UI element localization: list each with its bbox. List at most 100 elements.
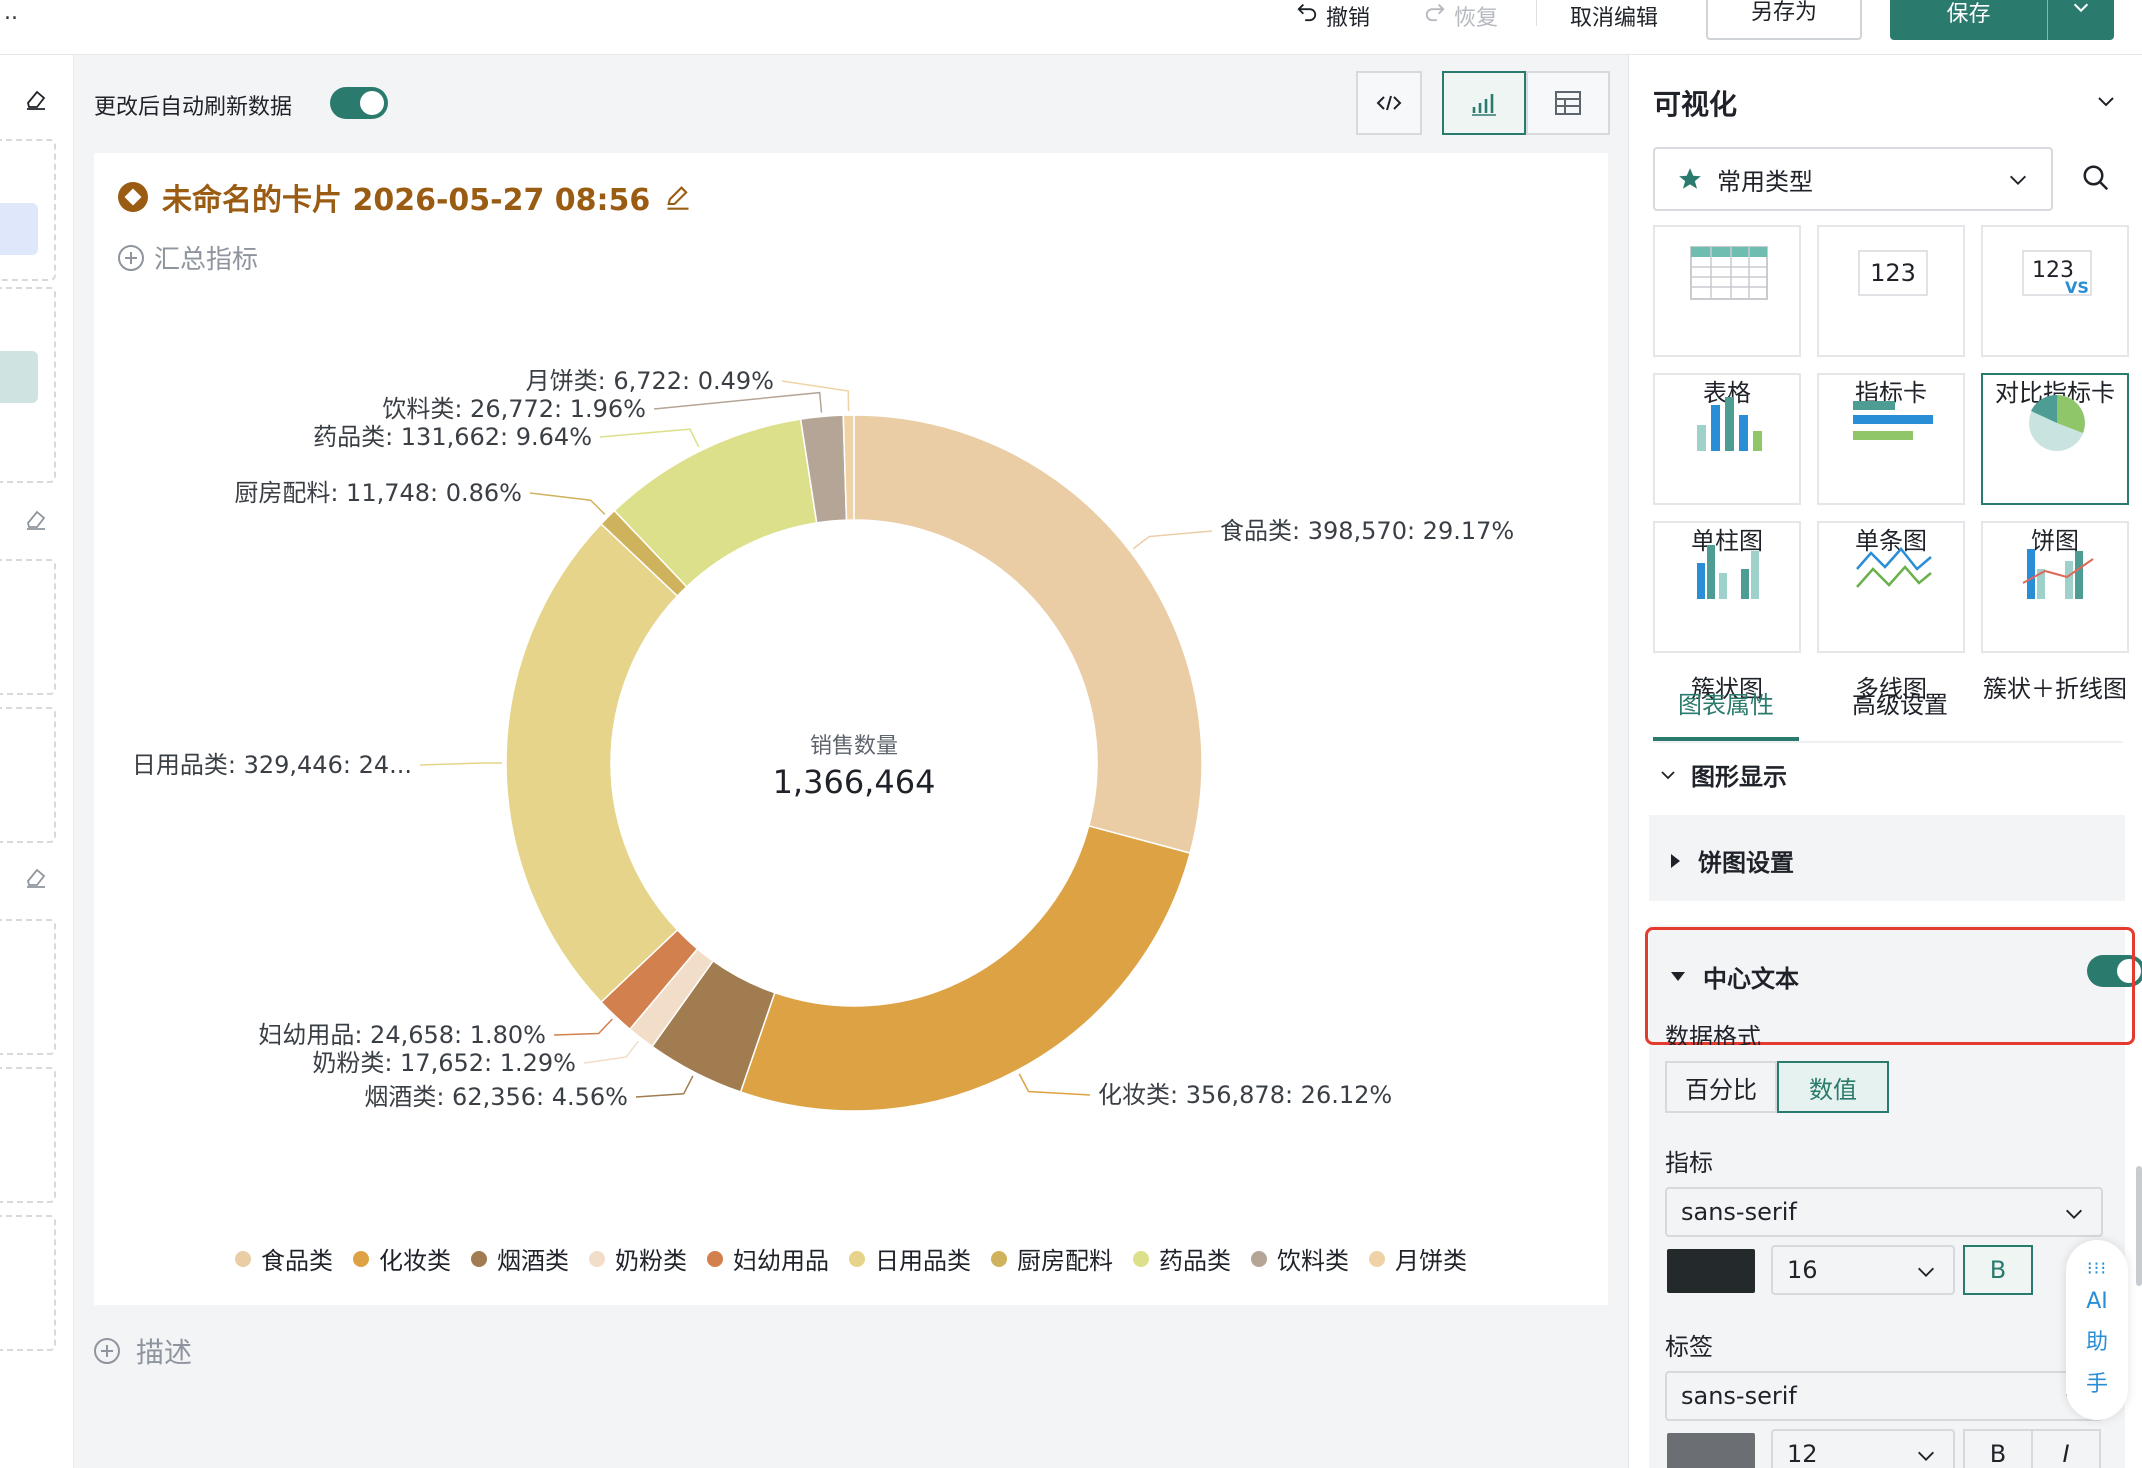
save-dropdown-button[interactable]: [2047, 0, 2113, 40]
chart-card: 未命名的卡片 2026-05-27 08:56 汇总指标 食品类: 398,57…: [94, 153, 1608, 1305]
eraser-icon[interactable]: [24, 87, 48, 111]
label-bold-button[interactable]: B: [1963, 1429, 2033, 1468]
code-view-button[interactable]: [1356, 71, 1422, 135]
undo-label: 撤销: [1326, 6, 1371, 31]
legend-item-2[interactable]: 烟酒类: [471, 1241, 569, 1276]
toolbar-divider: [1536, 0, 1537, 26]
save-as-label: 另存为: [1750, 0, 1817, 25]
legend-item-9[interactable]: 月饼类: [1369, 1241, 1467, 1276]
section-display-header[interactable]: 图形显示: [1659, 757, 1787, 792]
drop-zone[interactable]: [0, 1215, 56, 1351]
chart-type-compare-metric[interactable]: 123 VS: [1981, 225, 2129, 357]
tab-advanced-settings[interactable]: 高级设置: [1835, 685, 1965, 741]
label-font-value: sans-serif: [1681, 1382, 1797, 1410]
add-description-button[interactable]: 描述: [94, 1331, 192, 1371]
legend-label: 妇幼用品: [733, 1247, 829, 1275]
slice-label-9: 月饼类: 6,722: 0.49%: [526, 367, 774, 395]
legend-item-0[interactable]: 食品类: [235, 1241, 333, 1276]
legend-item-6[interactable]: 厨房配料: [991, 1241, 1113, 1276]
field-chip[interactable]: [0, 203, 38, 255]
legend-item-4[interactable]: 妇幼用品: [707, 1241, 829, 1276]
chevron-down-icon[interactable]: [2094, 89, 2118, 113]
metric-bold-button[interactable]: B: [1963, 1245, 2033, 1295]
drop-zone[interactable]: [0, 707, 56, 843]
metric-color-swatch[interactable]: [1667, 1249, 1755, 1293]
legend-swatch: [707, 1250, 723, 1267]
save-button[interactable]: 保存: [1890, 0, 2047, 40]
tab-chart-properties[interactable]: 图表属性: [1653, 685, 1799, 741]
legend-label: 厨房配料: [1017, 1247, 1113, 1275]
ai-assistant-button[interactable]: ⁝⁝⁝ AI 助 手: [2066, 1240, 2128, 1420]
save-button-group: 保存: [1890, 0, 2114, 40]
label-font-select[interactable]: sans-serif: [1665, 1371, 2103, 1421]
label-color-swatch[interactable]: [1667, 1433, 1755, 1468]
auto-refresh-toggle[interactable]: [330, 87, 388, 119]
chevron-down-icon: [1661, 770, 1675, 779]
legend-item-7[interactable]: 药品类: [1133, 1241, 1231, 1276]
cancel-edit-button[interactable]: 取消编辑: [1570, 0, 1658, 31]
chart-type-table[interactable]: [1653, 225, 1801, 357]
eraser-icon[interactable]: [24, 507, 48, 531]
legend-label: 饮料类: [1277, 1247, 1349, 1275]
caret-right-icon: [1671, 853, 1680, 868]
pie-slice-5[interactable]: [505, 522, 679, 1004]
pie-settings-section[interactable]: 饼图设置: [1649, 815, 2125, 901]
legend-swatch: [471, 1250, 487, 1267]
panel-scrollbar[interactable]: [2136, 1166, 2142, 1286]
redo-label: 恢复: [1454, 6, 1499, 31]
legend-swatch: [849, 1250, 865, 1267]
leader-line-7: [599, 428, 700, 448]
label-size-select[interactable]: 12: [1771, 1429, 1955, 1468]
drop-zone[interactable]: [0, 1067, 56, 1203]
chart-type-metric-card[interactable]: 123: [1817, 225, 1965, 357]
code-icon: [1376, 95, 1402, 111]
undo-button[interactable]: 撤销: [1296, 0, 1370, 31]
chart-type-bar[interactable]: [1653, 373, 1801, 505]
ai-assistant-label-1: AI: [2086, 1289, 2108, 1314]
format-value-button[interactable]: 数值: [1777, 1061, 1889, 1113]
chart-type-combo[interactable]: [1981, 521, 2129, 653]
chart-view-button[interactable]: [1442, 71, 1526, 135]
metric-size-select[interactable]: 16: [1771, 1245, 1955, 1295]
legend-label: 奶粉类: [615, 1247, 687, 1275]
chevron-down-icon: [1918, 1267, 1934, 1277]
pie-settings-header[interactable]: 饼图设置: [1671, 843, 1794, 878]
legend-item-1[interactable]: 化妆类: [353, 1241, 451, 1276]
legend-item-8[interactable]: 饮料类: [1251, 1241, 1349, 1276]
chart-type-grouped-bar[interactable]: [1653, 521, 1801, 653]
metric-font-select[interactable]: sans-serif: [1665, 1187, 2103, 1237]
pie-slice-1[interactable]: [739, 824, 1192, 1112]
bar-chart-icon: [1472, 94, 1496, 116]
legend-item-3[interactable]: 奶粉类: [589, 1241, 687, 1276]
slice-label-6: 厨房配料: 11,748: 0.86%: [234, 479, 522, 507]
save-as-button[interactable]: 另存为: [1706, 0, 1862, 40]
chart-type-select[interactable]: 常用类型: [1653, 147, 2053, 211]
chart-type-pie[interactable]: [1981, 373, 2129, 505]
eraser-icon[interactable]: [24, 865, 48, 889]
search-icon[interactable]: [2081, 163, 2111, 193]
legend-swatch: [1369, 1250, 1385, 1267]
compare-metric-icon: 123VS: [2022, 250, 2092, 297]
field-chip[interactable]: [0, 351, 38, 403]
drop-zone[interactable]: [0, 919, 56, 1055]
legend-item-5[interactable]: 日用品类: [849, 1241, 971, 1276]
redo-button[interactable]: 恢复: [1424, 0, 1498, 31]
pie-chart-icon: [2029, 394, 2085, 451]
more-icon[interactable]: ..: [4, 0, 18, 25]
multi-line-icon: [1856, 547, 1932, 588]
leader-line-3: [583, 1040, 639, 1064]
chart-type-horizontal-bar[interactable]: [1817, 373, 1965, 505]
leader-line-6: [529, 492, 606, 515]
format-percent-button[interactable]: 百分比: [1665, 1061, 1777, 1113]
label-italic-button[interactable]: I: [2031, 1429, 2101, 1468]
table-view-button[interactable]: [1526, 71, 1610, 135]
chevron-down-icon: [1918, 1451, 1934, 1461]
leader-line-8: [653, 391, 823, 413]
legend-swatch: [353, 1250, 369, 1267]
legend-swatch: [1251, 1250, 1267, 1267]
undo-icon: [1297, 3, 1317, 22]
property-tabs: 图表属性 高级设置: [1653, 685, 2123, 743]
drop-zone[interactable]: [0, 559, 56, 695]
legend-swatch: [1133, 1250, 1149, 1267]
chart-type-multi-line[interactable]: [1817, 521, 1965, 653]
